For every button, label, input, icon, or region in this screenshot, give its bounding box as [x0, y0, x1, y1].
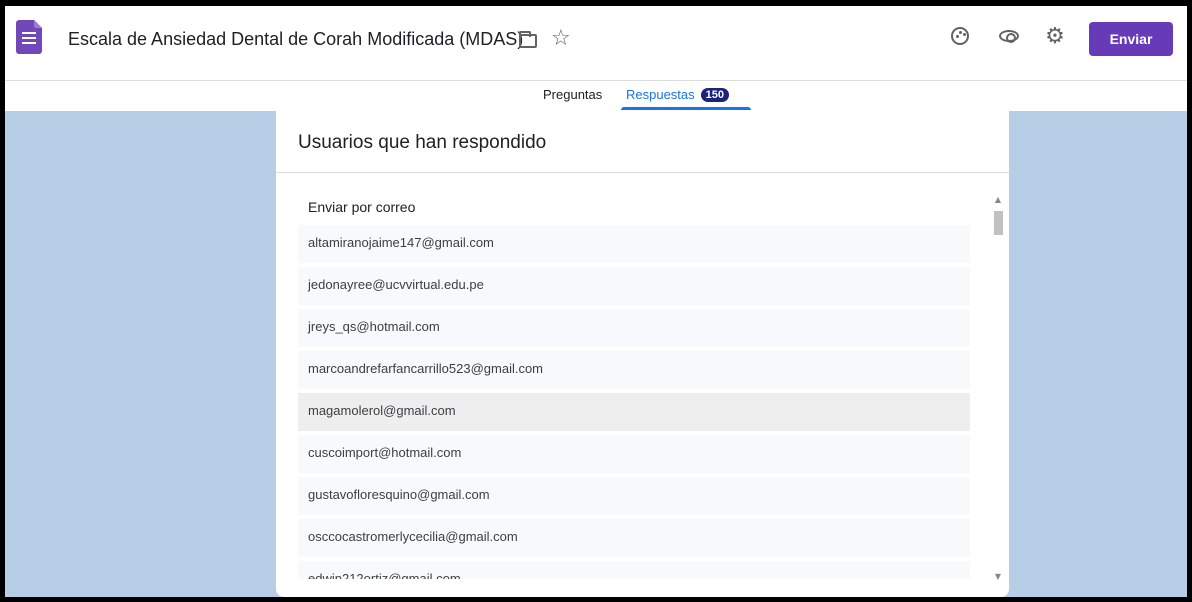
list-item[interactable]: gustavofloresquino@gmail.com [298, 477, 970, 515]
list-item[interactable]: altamiranojaime147@gmail.com [298, 225, 970, 263]
email-list[interactable]: Enviar por correo altamiranojaime147@gma… [298, 191, 970, 579]
tab-bar: Preguntas Respuestas 150 [5, 81, 1187, 111]
active-tab-indicator [621, 107, 751, 110]
list-item[interactable]: edwin212ortiz@gmail.com [298, 561, 970, 579]
divider [276, 172, 1009, 173]
list-item[interactable]: jreys_qs@hotmail.com [298, 309, 970, 347]
tab-questions[interactable]: Preguntas [543, 87, 602, 102]
top-bar: Escala de Ansiedad Dental de Corah Modif… [5, 6, 1187, 81]
star-icon[interactable]: ☆ [551, 26, 571, 51]
scrollbar[interactable]: ▲ ▼ [992, 195, 1004, 581]
card-title: Usuarios que han respondido [298, 132, 547, 153]
eye-icon[interactable] [997, 24, 1021, 48]
tab-responses[interactable]: Respuestas 150 [626, 87, 730, 102]
palette-icon[interactable] [948, 24, 972, 48]
gear-icon[interactable]: ⚙ [1043, 24, 1067, 49]
folder-icon[interactable] [519, 31, 537, 48]
list-heading: Enviar por correo [308, 199, 416, 215]
list-item[interactable]: jedonayree@ucvvirtual.edu.pe [298, 267, 970, 305]
scroll-down-arrow-icon[interactable]: ▼ [994, 572, 1002, 581]
list-item[interactable]: osccocastromerlycecilia@gmail.com [298, 519, 970, 557]
scroll-up-arrow-icon[interactable]: ▲ [994, 195, 1002, 204]
form-title[interactable]: Escala de Ansiedad Dental de Corah Modif… [68, 29, 523, 50]
list-item[interactable]: cuscoimport@hotmail.com [298, 435, 970, 473]
list-item[interactable]: magamolerol@gmail.com [298, 393, 970, 431]
forms-logo-icon[interactable] [16, 20, 42, 54]
respondents-card: Usuarios que han respondido Enviar por c… [276, 111, 1009, 597]
tab-responses-label: Respuestas [626, 87, 695, 102]
list-item[interactable]: marcoandrefarfancarrillo523@gmail.com [298, 351, 970, 389]
scroll-thumb[interactable] [994, 211, 1003, 235]
send-button[interactable]: Enviar [1089, 22, 1173, 56]
app-window: Escala de Ansiedad Dental de Corah Modif… [5, 6, 1187, 597]
responses-count-badge: 150 [700, 88, 730, 102]
